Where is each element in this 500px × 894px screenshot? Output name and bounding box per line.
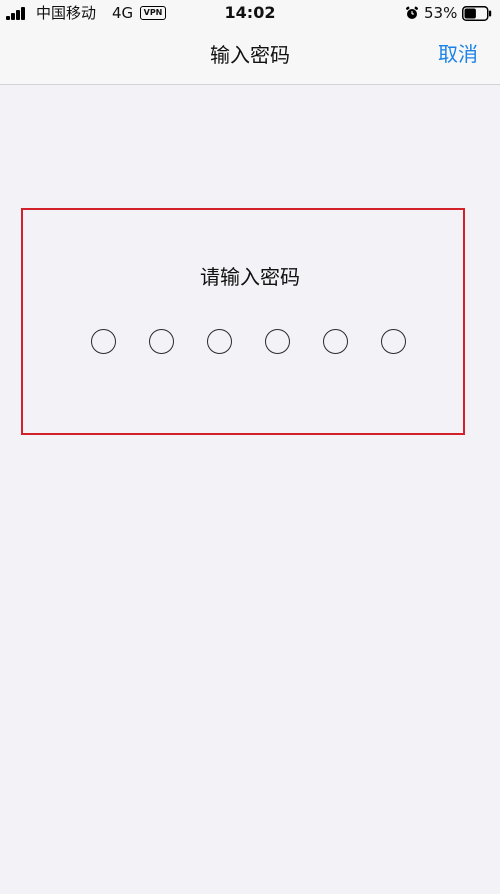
navigation-bar: 输入密码 取消	[0, 28, 500, 85]
page-title: 输入密码	[210, 43, 290, 67]
status-bar: 中国移动 4G VPN 14:02 53%	[0, 0, 500, 28]
alarm-icon	[405, 6, 419, 19]
battery-percentage: 53%	[424, 4, 458, 22]
passcode-dots[interactable]	[91, 329, 411, 357]
battery-icon	[462, 6, 492, 21]
passcode-prompt: 请输入密码	[200, 265, 300, 289]
cancel-button[interactable]: 取消	[438, 41, 478, 67]
passcode-dot	[207, 329, 232, 354]
passcode-dot	[265, 329, 290, 354]
passcode-dot	[323, 329, 348, 354]
passcode-dot	[149, 329, 174, 354]
passcode-dot	[381, 329, 406, 354]
highlight-box	[21, 208, 465, 435]
passcode-dot	[91, 329, 116, 354]
